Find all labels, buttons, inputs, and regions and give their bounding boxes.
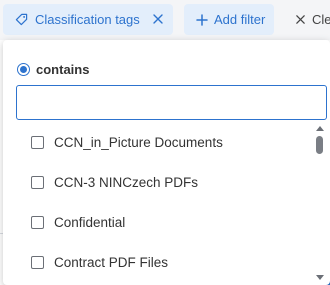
close-icon[interactable]	[151, 12, 165, 26]
list-scrollbar[interactable]	[314, 124, 326, 284]
checkbox[interactable]	[31, 175, 44, 189]
list-item[interactable]: CCN-3 NINCzech PDFs	[15, 162, 313, 202]
contains-label: contains	[36, 62, 90, 77]
scroll-down-icon[interactable]	[316, 275, 324, 280]
tag-options-list: CCN_in_Picture Documents CCN-3 NINCzech …	[15, 122, 327, 285]
add-filter-label: Add filter	[214, 12, 266, 27]
tag-icon	[15, 13, 28, 26]
list-item[interactable]: CCN_in_Picture Documents	[15, 122, 313, 162]
list-item[interactable]: Confidential	[15, 202, 313, 242]
classification-tags-chip[interactable]: Classification tags	[3, 4, 173, 35]
list-item-label: Confidential	[54, 214, 126, 230]
checkbox[interactable]	[31, 255, 44, 269]
scroll-thumb[interactable]	[316, 136, 323, 154]
classification-tags-label: Classification tags	[35, 12, 140, 27]
clear-button[interactable]: Cle	[287, 4, 330, 35]
search-input[interactable]	[16, 85, 327, 120]
checkbox[interactable]	[31, 135, 44, 149]
list-item-label: CCN-3 NINCzech PDFs	[54, 174, 199, 190]
checkbox[interactable]	[31, 215, 44, 229]
scroll-up-icon[interactable]	[316, 126, 324, 131]
list-item-label: Contract PDF Files	[54, 254, 169, 270]
filter-bar: Classification tags Add filter Cle	[0, 0, 330, 40]
list-item[interactable]: Contract PDF Files	[15, 242, 313, 282]
add-filter-button[interactable]: Add filter	[184, 4, 274, 35]
clear-label: Cle	[312, 12, 330, 27]
filter-dropdown-panel: contains CCN_in_Picture Documents CCN-3 …	[3, 40, 330, 285]
list-item-label: CCN_in_Picture Documents	[54, 134, 223, 150]
x-icon	[296, 15, 305, 24]
plus-icon	[196, 13, 208, 26]
radio-selected-icon[interactable]	[17, 63, 30, 76]
contains-option[interactable]: contains	[17, 62, 89, 77]
